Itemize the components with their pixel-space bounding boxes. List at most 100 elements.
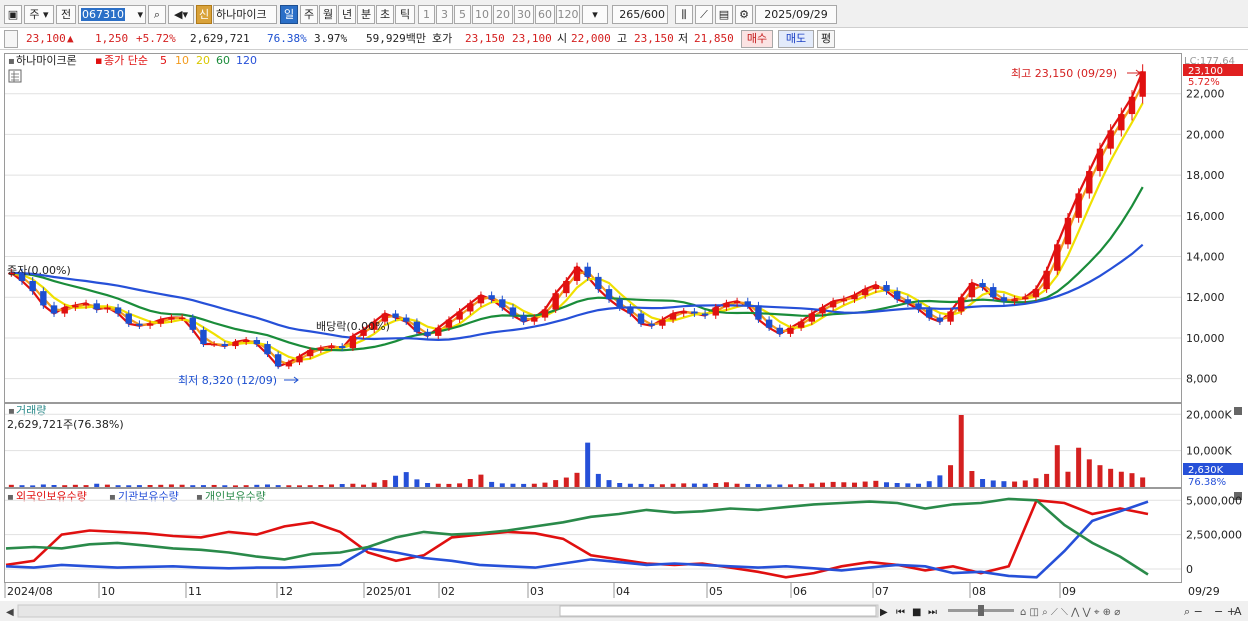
volume-bar bbox=[30, 485, 36, 487]
text-tool-icon[interactable]: A bbox=[1234, 605, 1242, 618]
month-label: 05 bbox=[709, 585, 723, 598]
tool-icons[interactable]: ⌂ ◫ ⌕ ⟋ ⟍ ⋀ ⋁ ⌖ ⊕ ⌀ bbox=[1020, 607, 1120, 618]
interval-60[interactable]: 60 bbox=[535, 5, 555, 24]
volume-bar bbox=[371, 482, 377, 487]
zoom-out-icon[interactable]: ⌕ − bbox=[1184, 605, 1203, 618]
month-label: 07 bbox=[875, 585, 889, 598]
month-label: 08 bbox=[972, 585, 986, 598]
interval-20[interactable]: 20 bbox=[493, 5, 513, 24]
volume-readout: 2,629,721주(76.38%) bbox=[7, 418, 124, 431]
period-day[interactable]: 일 bbox=[280, 5, 298, 24]
low-label: 저 bbox=[678, 32, 689, 45]
volume-bar bbox=[467, 479, 473, 487]
candle-body bbox=[499, 299, 506, 308]
candle-body bbox=[797, 321, 805, 328]
candle-body bbox=[232, 342, 239, 347]
candle-body bbox=[829, 301, 837, 308]
interval-3[interactable]: 3 bbox=[436, 5, 453, 24]
individual-holdings-label: 개인보유수량 bbox=[205, 490, 266, 503]
candle-body bbox=[285, 362, 293, 367]
interval-5[interactable]: 5 bbox=[454, 5, 471, 24]
candle-type-icon[interactable]: ⫼ bbox=[675, 5, 693, 24]
period-week[interactable]: 주 bbox=[300, 5, 318, 24]
scroll-thumb[interactable] bbox=[559, 605, 877, 617]
volume-bar bbox=[1140, 477, 1146, 487]
jump-end-icon[interactable]: ⏭ bbox=[928, 607, 937, 618]
eval-button[interactable]: 평 bbox=[817, 30, 835, 48]
price-tick-label: 14,000 bbox=[1186, 251, 1225, 264]
gear-icon[interactable]: ⚙ bbox=[735, 5, 753, 24]
scroll-left-arrow-icon[interactable]: ◀ bbox=[6, 607, 14, 618]
candle-body bbox=[958, 297, 965, 312]
volume-bar bbox=[745, 483, 751, 487]
volume-bar bbox=[894, 483, 900, 487]
candle-body bbox=[861, 289, 869, 296]
period-minute[interactable]: 분 bbox=[357, 5, 375, 24]
scroll-right-arrow-icon[interactable]: ▶ bbox=[880, 607, 888, 618]
zoom-slider-handle[interactable] bbox=[978, 605, 984, 616]
candle-body bbox=[1064, 217, 1072, 245]
speaker-icon[interactable]: ◀▾ bbox=[168, 5, 194, 24]
stop-icon[interactable]: ■ bbox=[912, 607, 921, 618]
volume-bar bbox=[393, 475, 399, 487]
chart-area[interactable]: 22,000 20,000 18,000 16,000 14,000 12,000 10,0… bbox=[0, 50, 1248, 621]
candle-body bbox=[146, 323, 154, 326]
volume-bar bbox=[585, 442, 591, 487]
prev-button[interactable]: 전 bbox=[56, 5, 76, 24]
stock-chart-svg[interactable]: 22,000 20,000 18,000 16,000 14,000 12,000 10,0… bbox=[0, 50, 1248, 621]
candle-body bbox=[648, 323, 655, 326]
candle-body bbox=[338, 346, 346, 349]
candle-body bbox=[701, 313, 709, 316]
volume-panel-close-icon[interactable] bbox=[1234, 407, 1242, 415]
volume-bar bbox=[1097, 465, 1103, 487]
bid-price: 23,100 bbox=[512, 32, 552, 45]
price-tick-label: 8,000 bbox=[1186, 373, 1218, 386]
search-icon[interactable]: ⌕ bbox=[148, 5, 166, 24]
volume-bar bbox=[787, 484, 793, 487]
ma60-label: 60 bbox=[216, 54, 230, 67]
code-input[interactable]: 067310 ▾ bbox=[78, 5, 146, 24]
draw-tool-icon[interactable]: ⟋ bbox=[695, 5, 713, 24]
candle-body bbox=[72, 305, 79, 308]
candle-body bbox=[1086, 171, 1093, 194]
date-input[interactable]: 2025/09/29 bbox=[755, 5, 837, 24]
period-month[interactable]: 월 bbox=[319, 5, 337, 24]
volume-bar bbox=[723, 482, 729, 487]
count-input[interactable]: 265/600 bbox=[612, 5, 668, 24]
period-second[interactable]: 초 bbox=[376, 5, 394, 24]
jump-start-icon[interactable]: ⏮ bbox=[896, 607, 905, 618]
candle-body bbox=[872, 285, 880, 290]
interval-30[interactable]: 30 bbox=[514, 5, 534, 24]
candle-body bbox=[509, 307, 517, 316]
month-label: 02 bbox=[441, 585, 455, 598]
zoom-in-icon[interactable]: − + bbox=[1214, 605, 1236, 618]
candle-body bbox=[1000, 297, 1008, 302]
volume-bar bbox=[361, 484, 367, 487]
save-icon[interactable]: ▤ bbox=[715, 5, 733, 24]
interval-120[interactable]: 120 bbox=[556, 5, 580, 24]
last-volume-value: 2,630K bbox=[1188, 465, 1224, 476]
market-select[interactable]: 주 ▾ bbox=[24, 5, 54, 24]
candle-body bbox=[936, 317, 944, 322]
sell-button[interactable]: 매도 bbox=[778, 30, 814, 48]
volume-bar bbox=[841, 482, 847, 487]
volume-bar bbox=[830, 481, 836, 487]
candle-body bbox=[819, 307, 826, 314]
quote-toggle[interactable] bbox=[4, 30, 18, 48]
month-label: 11 bbox=[188, 585, 202, 598]
candle-body bbox=[317, 348, 325, 351]
candle-body bbox=[136, 323, 143, 326]
custom-interval-select[interactable]: ▾ bbox=[582, 5, 608, 24]
volume-bar bbox=[136, 485, 142, 487]
volume-bar bbox=[446, 483, 452, 487]
stock-name-field[interactable]: 하나마이크 bbox=[213, 5, 277, 24]
main-toolbar: ▣ 주 ▾ 전 067310 ▾ ⌕ ◀▾ 신 하나마이크 일 주 월 년 분 … bbox=[0, 0, 1248, 28]
period-year[interactable]: 년 bbox=[338, 5, 356, 24]
bottom-scrollbar[interactable]: ◀ ▶ ⏮ ■ ⏭ ⌂ ◫ ⌕ ⟋ ⟍ ⋀ ⋁ ⌖ ⊕ ⌀ ⌕ − − + A bbox=[0, 601, 1248, 621]
interval-1[interactable]: 1 bbox=[418, 5, 435, 24]
layout-icon[interactable]: ▣ bbox=[4, 5, 22, 24]
buy-button[interactable]: 매수 bbox=[741, 30, 773, 48]
interval-10[interactable]: 10 bbox=[472, 5, 492, 24]
ask-label: 호가 bbox=[432, 32, 453, 45]
period-tick[interactable]: 틱 bbox=[395, 5, 415, 24]
